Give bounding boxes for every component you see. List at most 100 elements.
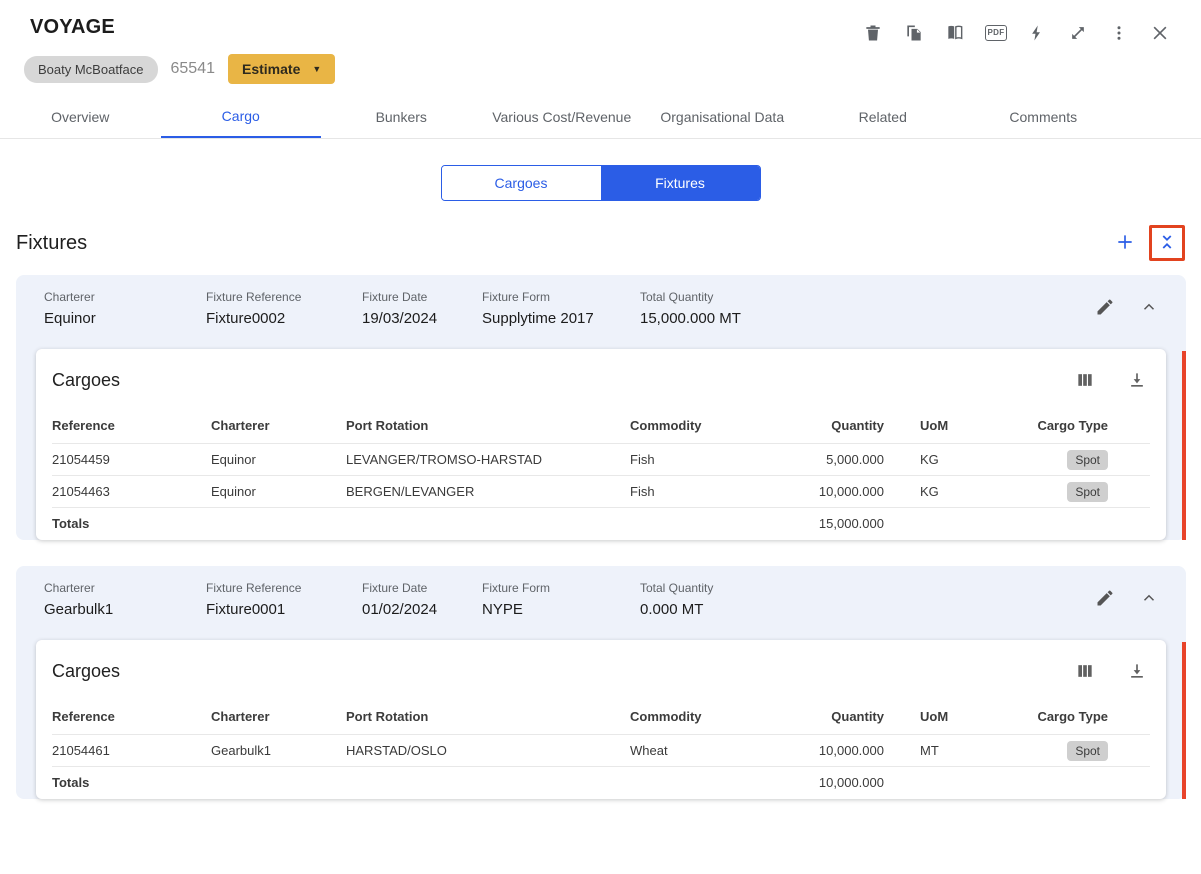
fixture-field-total-quantity: Total Quantity 0.000 MT bbox=[640, 581, 713, 618]
section-title: Fixtures bbox=[16, 232, 87, 255]
tab-various-cost-revenue[interactable]: Various Cost/Revenue bbox=[482, 96, 643, 138]
book-icon bbox=[945, 23, 965, 43]
chevron-up-icon bbox=[1140, 589, 1158, 607]
pdf-button[interactable]: PDF bbox=[983, 20, 1009, 46]
field-value: NYPE bbox=[482, 601, 640, 618]
fixture-header-actions bbox=[1092, 290, 1162, 320]
field-label: Fixture Date bbox=[362, 290, 482, 304]
add-fixture-button[interactable] bbox=[1109, 227, 1141, 259]
table-row[interactable]: 21054459 Equinor LEVANGER/TROMSO-HARSTAD… bbox=[52, 443, 1150, 475]
cargo-table-header: Reference Charterer Port Rotation Commod… bbox=[52, 407, 1150, 443]
field-value: 19/03/2024 bbox=[362, 310, 482, 327]
download-button[interactable] bbox=[1124, 367, 1150, 393]
voyage-identity-row: Boaty McBoatface 65541 Estimate ▼ bbox=[0, 46, 1201, 84]
flash-button[interactable] bbox=[1024, 20, 1050, 46]
tab-comments[interactable]: Comments bbox=[963, 96, 1124, 138]
alert-strip bbox=[1182, 351, 1186, 540]
cell-quantity: 10,000.000 bbox=[794, 484, 884, 499]
cargo-type-badge: Spot bbox=[1067, 741, 1108, 761]
fixture-header: Charterer Equinor Fixture Reference Fixt… bbox=[16, 275, 1186, 335]
cargoes-card-header: Cargoes bbox=[52, 349, 1150, 407]
field-label: Fixture Form bbox=[482, 290, 640, 304]
col-quantity: Quantity bbox=[794, 709, 884, 724]
expand-button[interactable] bbox=[1065, 20, 1091, 46]
table-row[interactable]: 21054461 Gearbulk1 HARSTAD/OSLO Wheat 10… bbox=[52, 734, 1150, 766]
cargo-type-badge: Spot bbox=[1067, 450, 1108, 470]
collapse-all-icon bbox=[1158, 233, 1176, 254]
tab-overview[interactable]: Overview bbox=[0, 96, 161, 138]
cell-uom: KG bbox=[884, 452, 1008, 467]
fixture-field-form: Fixture Form Supplytime 2017 bbox=[482, 290, 640, 327]
col-uom: UoM bbox=[884, 418, 1008, 433]
table-row[interactable]: 21054463 Equinor BERGEN/LEVANGER Fish 10… bbox=[52, 475, 1150, 507]
cell-commodity: Wheat bbox=[630, 743, 794, 758]
more-button[interactable] bbox=[1106, 20, 1132, 46]
book-button[interactable] bbox=[942, 20, 968, 46]
estimate-label: Estimate bbox=[242, 61, 300, 77]
col-cargo-type: Cargo Type bbox=[1008, 709, 1150, 724]
window-header: VOYAGE PDF bbox=[0, 0, 1201, 46]
totals-quantity: 15,000.000 bbox=[794, 516, 884, 531]
vessel-chip[interactable]: Boaty McBoatface bbox=[24, 56, 158, 83]
view-toggle-wrap: Cargoes Fixtures bbox=[0, 165, 1201, 201]
fixture-field-total-quantity: Total Quantity 15,000.000 MT bbox=[640, 290, 741, 327]
column-settings-button[interactable] bbox=[1072, 658, 1098, 684]
collapse-fixture-button[interactable] bbox=[1136, 294, 1162, 320]
cell-quantity: 10,000.000 bbox=[794, 743, 884, 758]
col-charterer: Charterer bbox=[211, 709, 346, 724]
download-button[interactable] bbox=[1124, 658, 1150, 684]
delete-button[interactable] bbox=[860, 20, 886, 46]
field-label: Fixture Form bbox=[482, 581, 640, 595]
pdf-icon: PDF bbox=[985, 25, 1008, 41]
fixture-field-date: Fixture Date 19/03/2024 bbox=[362, 290, 482, 327]
totals-label: Totals bbox=[52, 775, 211, 790]
fixture-field-date: Fixture Date 01/02/2024 bbox=[362, 581, 482, 618]
edit-fixture-button[interactable] bbox=[1092, 294, 1118, 320]
cell-uom: KG bbox=[884, 484, 1008, 499]
col-port-rotation: Port Rotation bbox=[346, 709, 630, 724]
col-commodity: Commodity bbox=[630, 418, 794, 433]
collapse-fixture-button[interactable] bbox=[1136, 585, 1162, 611]
flash-icon bbox=[1028, 23, 1046, 43]
totals-row: Totals 15,000.000 bbox=[52, 507, 1150, 539]
section-actions bbox=[1109, 225, 1185, 261]
field-label: Fixture Date bbox=[362, 581, 482, 595]
close-button[interactable] bbox=[1147, 20, 1173, 46]
tab-cargo[interactable]: Cargo bbox=[161, 96, 322, 138]
close-icon bbox=[1150, 23, 1170, 43]
tab-organisational-data[interactable]: Organisational Data bbox=[642, 96, 803, 138]
estimate-dropdown-button[interactable]: Estimate ▼ bbox=[228, 54, 335, 84]
cell-commodity: Fish bbox=[630, 484, 794, 499]
field-label: Total Quantity bbox=[640, 581, 713, 595]
field-value: Fixture0001 bbox=[206, 601, 362, 618]
duplicate-button[interactable] bbox=[901, 20, 927, 46]
col-port-rotation: Port Rotation bbox=[346, 418, 630, 433]
caret-down-icon: ▼ bbox=[312, 64, 321, 74]
field-value: Fixture0002 bbox=[206, 310, 362, 327]
field-value: Gearbulk1 bbox=[44, 601, 206, 618]
tab-bunkers[interactable]: Bunkers bbox=[321, 96, 482, 138]
col-quantity: Quantity bbox=[794, 418, 884, 433]
column-settings-button[interactable] bbox=[1072, 367, 1098, 393]
toggle-fixtures[interactable]: Fixtures bbox=[601, 166, 760, 200]
cell-cargo-type: Spot bbox=[1008, 741, 1150, 761]
edit-fixture-button[interactable] bbox=[1092, 585, 1118, 611]
toggle-cargoes[interactable]: Cargoes bbox=[442, 166, 601, 200]
fixture-header: Charterer Gearbulk1 Fixture Reference Fi… bbox=[16, 566, 1186, 626]
alert-strip bbox=[1182, 642, 1186, 799]
tab-related[interactable]: Related bbox=[803, 96, 964, 138]
collapse-all-button[interactable] bbox=[1149, 225, 1185, 261]
download-icon bbox=[1127, 661, 1147, 681]
field-value: Equinor bbox=[44, 310, 206, 327]
col-uom: UoM bbox=[884, 709, 1008, 724]
cell-uom: MT bbox=[884, 743, 1008, 758]
cell-cargo-type: Spot bbox=[1008, 482, 1150, 502]
cell-quantity: 5,000.000 bbox=[794, 452, 884, 467]
cargoes-card-header: Cargoes bbox=[52, 640, 1150, 698]
fixture-field-reference: Fixture Reference Fixture0001 bbox=[206, 581, 362, 618]
field-value: 01/02/2024 bbox=[362, 601, 482, 618]
field-label: Total Quantity bbox=[640, 290, 741, 304]
delete-icon bbox=[863, 23, 883, 43]
cell-port-rotation: LEVANGER/TROMSO-HARSTAD bbox=[346, 452, 630, 467]
cell-reference: 21054461 bbox=[52, 743, 211, 758]
